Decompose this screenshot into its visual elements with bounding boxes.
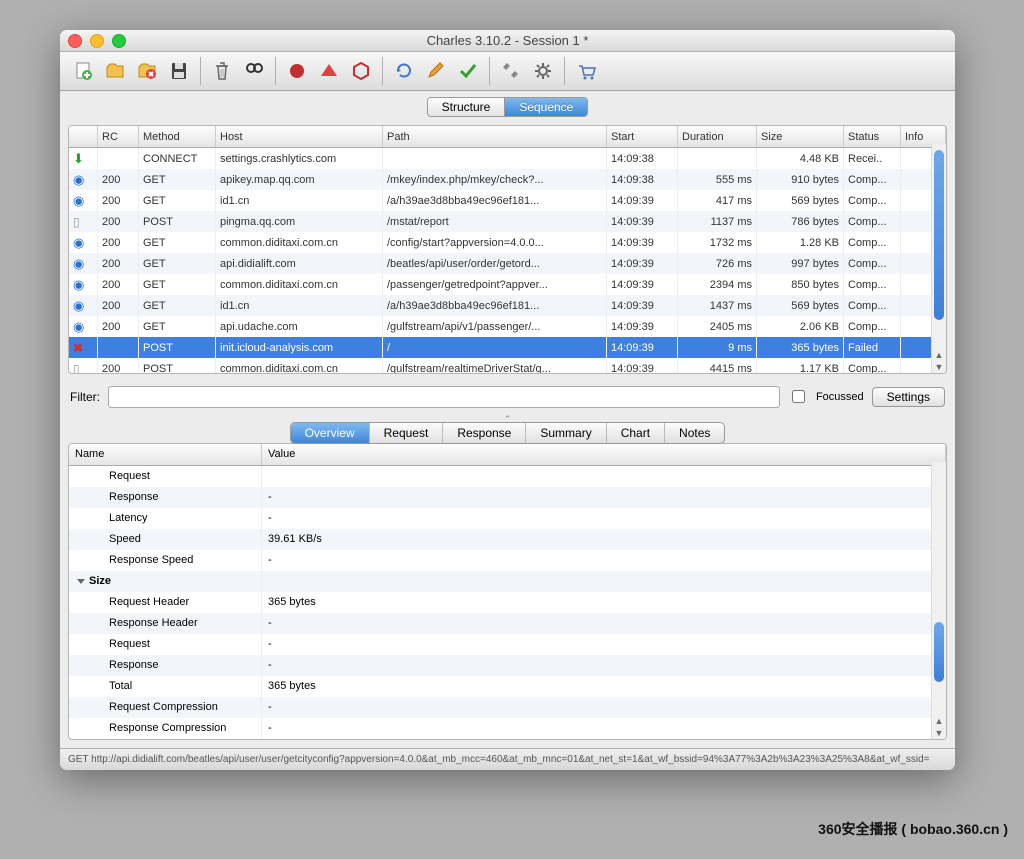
col-method[interactable]: Method [139,126,216,148]
request-list-panel: RC Method Host Path Start Duration Size … [68,125,947,374]
clear-session-button[interactable] [207,56,237,86]
overview-row[interactable]: Size [69,571,946,592]
overview-row[interactable]: Request Compression- [69,697,946,718]
overview-scrollbar[interactable]: ▲ ▼ [931,462,946,739]
status-bar: GET http://api.didialift.com/beatles/api… [60,748,955,770]
overview-row[interactable]: Response Header- [69,613,946,634]
disclosure-icon[interactable] [77,579,85,584]
tab-overview[interactable]: Overview [291,423,370,443]
overview-panel: Name Value RequestResponse-Latency-Speed… [68,443,947,740]
table-row[interactable]: ◉200GETapi.udache.com/gulfstream/api/v1/… [69,316,946,337]
filter-input[interactable] [108,386,780,408]
table-row[interactable]: ◉200GETcommon.diditaxi.com.cn/config/sta… [69,232,946,253]
col-start[interactable]: Start [607,126,678,148]
splitter-handle[interactable]: ⌃ [60,414,955,422]
edit-button[interactable] [421,56,451,86]
table-row[interactable]: ◉200GETapikey.map.qq.com/mkey/index.php/… [69,169,946,190]
record-button[interactable] [282,56,312,86]
globe-icon: ◉ [73,298,84,313]
overview-row[interactable]: Response- [69,655,946,676]
filter-label: Filter: [70,390,100,404]
col-icon[interactable] [69,126,98,148]
requests-table: RC Method Host Path Start Duration Size … [69,126,946,373]
table-row[interactable]: ◉200GETapi.didialift.com/beatles/api/use… [69,253,946,274]
purchase-button[interactable] [571,56,601,86]
globe-icon: ◉ [73,319,84,334]
toolbar [60,52,955,91]
col-duration[interactable]: Duration [678,126,757,148]
tab-notes[interactable]: Notes [665,423,724,443]
globe-icon: ◉ [73,256,84,271]
overview-row[interactable]: Total365 bytes [69,676,946,697]
overview-row[interactable]: Response Compression- [69,718,946,739]
overview-row[interactable]: Request- [69,634,946,655]
globe-icon: ◉ [73,193,84,208]
detail-tabs: Overview Request Response Summary Chart … [290,422,726,444]
globe-icon: ◉ [73,235,84,250]
overview-row[interactable]: Request [69,465,946,487]
table-row[interactable]: ▯200POSTcommon.diditaxi.com.cn/gulfstrea… [69,358,946,373]
breakpoints-button[interactable] [346,56,376,86]
table-row[interactable]: ◉200GETid1.cn/a/h39ae3d8bba49ec96ef181..… [69,295,946,316]
view-mode-tabs: Structure Sequence [60,91,955,123]
scroll-down-icon[interactable]: ▼ [932,727,946,739]
app-window: Charles 3.10.2 - Session 1 * Structure S… [60,30,955,770]
find-button[interactable] [239,56,269,86]
window-title: Charles 3.10.2 - Session 1 * [60,33,955,48]
table-row[interactable]: ▯200POSTpingma.qq.com/mstat/report14:09:… [69,211,946,232]
overview-row[interactable]: Latency- [69,508,946,529]
document-icon: ▯ [73,362,80,373]
overview-name-col[interactable]: Name [69,444,262,466]
fail-icon: ✖ [73,341,83,355]
scroll-up-icon[interactable]: ▲ [932,349,946,361]
document-icon: ▯ [73,215,80,229]
col-path[interactable]: Path [383,126,607,148]
sequence-tab[interactable]: Sequence [505,98,587,116]
tab-request[interactable]: Request [370,423,444,443]
focussed-checkbox[interactable] [792,390,805,403]
close-session-button[interactable] [132,56,162,86]
filter-settings-button[interactable]: Settings [872,387,945,407]
col-size[interactable]: Size [757,126,844,148]
col-status[interactable]: Status [844,126,901,148]
scroll-thumb[interactable] [934,150,944,320]
overview-row[interactable]: Response- [69,487,946,508]
save-session-button[interactable] [164,56,194,86]
tools-button[interactable] [496,56,526,86]
download-icon: ⬇ [73,151,84,166]
overview-row[interactable]: Speed39.61 KB/s [69,529,946,550]
focussed-label: Focussed [816,391,864,403]
titlebar: Charles 3.10.2 - Session 1 * [60,30,955,52]
table-row[interactable]: ⬇CONNECTsettings.crashlytics.com14:09:38… [69,148,946,170]
table-row[interactable]: ◉200GETcommon.diditaxi.com.cn/passenger/… [69,274,946,295]
table-row[interactable]: ◉200GETid1.cn/a/h39ae3d8bba49ec96ef181..… [69,190,946,211]
scroll-up-icon[interactable]: ▲ [932,715,946,727]
filter-bar: Filter: Focussed Settings [60,380,955,414]
tab-chart[interactable]: Chart [607,423,665,443]
settings-button[interactable] [528,56,558,86]
globe-icon: ◉ [73,172,84,187]
throttle-button[interactable] [314,56,344,86]
requests-scrollbar[interactable]: ▲ ▼ [931,144,946,373]
overview-row[interactable]: Request Header365 bytes [69,592,946,613]
open-session-button[interactable] [100,56,130,86]
tab-summary[interactable]: Summary [526,423,606,443]
validate-button[interactable] [453,56,483,86]
globe-icon: ◉ [73,277,84,292]
col-host[interactable]: Host [216,126,383,148]
overview-scroll-thumb[interactable] [934,622,944,682]
table-row[interactable]: ✖POSTinit.icloud-analysis.com/14:09:399 … [69,337,946,358]
tab-response[interactable]: Response [443,423,526,443]
scroll-down-icon[interactable]: ▼ [932,361,946,373]
watermark-text: 360安全播报 ( bobao.360.cn ) [818,819,1008,839]
repeat-button[interactable] [389,56,419,86]
overview-row[interactable]: Response Speed- [69,550,946,571]
detail-section: Overview Request Response Summary Chart … [68,422,947,740]
structure-tab[interactable]: Structure [428,98,506,116]
overview-value-col[interactable]: Value [262,444,946,466]
col-rc[interactable]: RC [98,126,139,148]
new-session-button[interactable] [68,56,98,86]
